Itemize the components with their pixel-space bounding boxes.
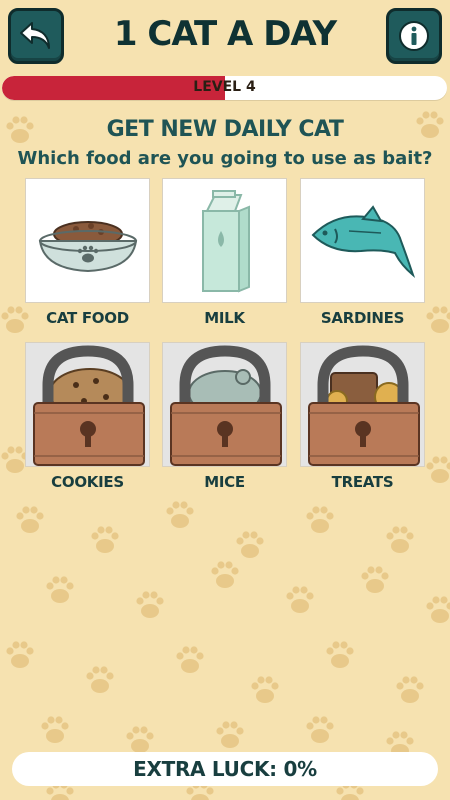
page-heading: GET NEW DAILY CAT [106, 117, 344, 142]
food-grid: CAT FOOD MILK SARDINES COOKIES MICE TREA… [0, 178, 450, 508]
treats-lock-icon [308, 345, 420, 466]
cat-food-bowl-icon [38, 221, 138, 273]
food-label: MICE [204, 473, 245, 491]
food-label: TREATS [331, 473, 394, 491]
food-card-sardines[interactable]: SARDINES [300, 178, 425, 327]
sardine-fish-icon [311, 205, 416, 279]
food-card-image [162, 342, 287, 467]
back-arrow-icon [20, 22, 50, 49]
level-progress-bar: LEVEL 4 [2, 76, 447, 100]
food-card-treats[interactable]: TREATS [300, 342, 425, 491]
top-bar: 1 CAT A DAY [0, 0, 450, 75]
food-label: MILK [204, 309, 245, 327]
food-card-image [162, 178, 287, 303]
food-card-cookies[interactable]: COOKIES [25, 342, 150, 491]
food-card-image [300, 178, 425, 303]
food-label: CAT FOOD [46, 309, 129, 327]
bait-question: Which food are you going to use as bait? [17, 148, 433, 169]
food-card-image [25, 342, 150, 467]
food-card-image [300, 342, 425, 467]
info-button[interactable] [386, 8, 442, 64]
extra-luck-label: EXTRA LUCK: 0% [133, 757, 317, 781]
cookies-lock-icon [33, 345, 145, 466]
level-label: LEVEL 4 [193, 79, 256, 95]
food-card-cat-food[interactable]: CAT FOOD [25, 178, 150, 327]
food-label: SARDINES [320, 309, 405, 327]
back-button[interactable] [8, 8, 64, 64]
milk-carton-icon [202, 190, 250, 293]
food-card-milk[interactable]: MILK [162, 178, 287, 327]
mice-lock-icon [170, 345, 282, 466]
extra-luck-bar: EXTRA LUCK: 0% [12, 752, 438, 786]
food-card-mice[interactable]: MICE [162, 342, 287, 491]
app-title: 1 CAT A DAY [113, 14, 337, 54]
food-label: COOKIES [51, 473, 124, 491]
food-card-image [25, 178, 150, 303]
info-icon [399, 21, 429, 51]
